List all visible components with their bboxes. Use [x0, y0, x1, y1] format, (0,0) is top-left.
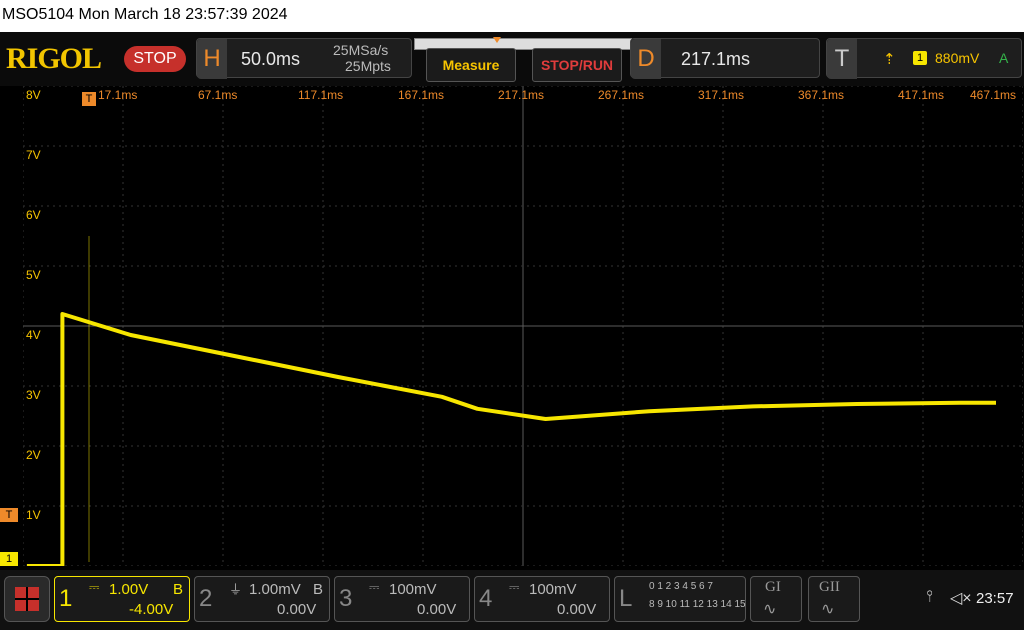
- dc-coupling-icon: ⎓: [369, 579, 380, 594]
- run-status-badge[interactable]: STOP: [124, 46, 186, 72]
- clock: 23:57: [976, 590, 1014, 607]
- menu-grid-icon: [15, 587, 39, 611]
- voltage-tick-label: 2V: [26, 448, 41, 462]
- trigger-source: 1: [913, 51, 927, 65]
- time-tick-label: 467.1ms: [970, 88, 1017, 102]
- sample-rate: 25MSa/s: [333, 42, 389, 58]
- channel-1-box[interactable]: 1 ⎓ 1.00V B -4.00V: [54, 576, 190, 622]
- channel-2-scale: 1.00mV: [249, 581, 301, 598]
- logic-analyzer-box[interactable]: L 0 1 2 3 4 5 6 7 8 9 10 11 12 13 14 15: [614, 576, 746, 622]
- trigger-level: 880mV: [935, 50, 980, 66]
- time-tick-label: 17.1ms: [98, 88, 138, 102]
- delay-value: 217.1ms: [681, 49, 751, 69]
- generator-1-button[interactable]: GI ∿: [750, 576, 802, 622]
- dc-coupling-icon: ⎓: [509, 579, 520, 594]
- time-tick-label: 267.1ms: [598, 88, 645, 102]
- trigger-box[interactable]: T ⇡ 1 880mV A: [826, 38, 1022, 79]
- channel-4-box[interactable]: 4 ⎓ 100mV 0.00V: [474, 576, 610, 622]
- time-tick-label: 67.1ms: [198, 88, 238, 102]
- voltage-tick-label: 6V: [26, 208, 41, 222]
- logic-letter: L: [619, 585, 633, 612]
- dc-coupling-icon: ⎓: [89, 579, 100, 594]
- channel-1-trace: [26, 312, 996, 566]
- generator-2-label: GII: [819, 579, 840, 595]
- time-tick-label: 167.1ms: [398, 88, 445, 102]
- channel-2-offset: 0.00V: [277, 601, 317, 618]
- ch1-ground-marker[interactable]: 1: [0, 552, 18, 566]
- window-title: MSO5104 Mon March 18 23:57:39 2024: [2, 6, 288, 23]
- channel-4-offset: 0.00V: [557, 601, 597, 618]
- rising-edge-icon: ⇡: [883, 51, 896, 68]
- channel-1-offset: -4.00V: [129, 601, 174, 618]
- generator-1-label: GI: [765, 579, 781, 595]
- bottom-status-bar: 1 ⎓ 1.00V B -4.00V 2 ⏚ 1.00mV B 0.00V 3 …: [0, 570, 1024, 630]
- stop-run-button[interactable]: STOP/RUN: [532, 48, 622, 82]
- rigol-logo: RIGOL: [6, 42, 102, 75]
- grid-lines: [23, 86, 1023, 566]
- channel-3-number: 3: [339, 585, 353, 612]
- time-tick-label: 367.1ms: [798, 88, 845, 102]
- position-indicator: [493, 37, 501, 43]
- delay-box[interactable]: D 217.1ms: [630, 38, 820, 79]
- memory-depth: 25Mpts: [345, 58, 391, 74]
- voltage-tick-label: 8V: [26, 88, 41, 102]
- channel-3-offset: 0.00V: [417, 601, 457, 618]
- channel-2-box[interactable]: 2 ⏚ 1.00mV B 0.00V: [194, 576, 330, 622]
- logic-channels-row-1: 0 1 2 3 4 5 6 7: [649, 581, 713, 592]
- voltage-tick-label: 3V: [26, 388, 41, 402]
- channel-4-number: 4: [479, 585, 493, 612]
- channel-2-bw: B: [313, 581, 324, 598]
- channel-4-scale: 100mV: [529, 581, 577, 598]
- time-tick-label: 217.1ms: [498, 88, 545, 102]
- trigger-position-marker[interactable]: T: [82, 92, 96, 106]
- horizontal-letter: H: [197, 39, 227, 79]
- voltage-tick-label: 4V: [26, 328, 41, 342]
- home-menu-button[interactable]: [4, 576, 50, 622]
- horizontal-box[interactable]: H 50.0ms 25MSa/s 25Mpts: [196, 38, 412, 79]
- trigger-letter: T: [827, 39, 857, 79]
- sine-wave-icon: ∿: [821, 601, 835, 618]
- channel-1-bw: B: [173, 581, 184, 598]
- time-tick-label: 117.1ms: [298, 88, 344, 102]
- trigger-mode: A: [999, 50, 1009, 66]
- title-bar: MSO5104 Mon March 18 23:57:39 2024: [0, 0, 1024, 32]
- generator-2-button[interactable]: GII ∿: [808, 576, 860, 622]
- time-tick-label: 417.1ms: [898, 88, 945, 102]
- time-tick-label: 317.1ms: [698, 88, 745, 102]
- channel-1-number: 1: [59, 585, 73, 612]
- delay-letter: D: [631, 39, 661, 79]
- timebase-value: 50.0ms: [241, 49, 301, 69]
- speaker-muted-icon[interactable]: ◁×: [950, 588, 972, 608]
- sine-wave-icon: ∿: [763, 601, 777, 618]
- channel-1-scale: 1.00V: [109, 581, 149, 598]
- voltage-tick-label: 1V: [26, 508, 41, 522]
- channel-3-box[interactable]: 3 ⎓ 100mV 0.00V: [334, 576, 470, 622]
- top-toolbar: RIGOL STOP H 50.0ms 25MSa/s 25Mpts Measu…: [0, 32, 1024, 86]
- waveform-graticule: [23, 86, 1023, 566]
- logic-channels-row-2: 8 9 10 11 12 13 14 15: [649, 599, 746, 610]
- gnd-coupling-icon: ⏚: [229, 582, 243, 597]
- channel-2-number: 2: [199, 585, 213, 612]
- voltage-tick-label: 5V: [26, 268, 41, 282]
- measure-button[interactable]: Measure: [426, 48, 516, 82]
- trigger-level-marker[interactable]: T: [0, 508, 18, 522]
- voltage-tick-label: 7V: [26, 148, 41, 162]
- usb-icon: ⫯: [926, 588, 933, 605]
- channel-3-scale: 100mV: [389, 581, 437, 598]
